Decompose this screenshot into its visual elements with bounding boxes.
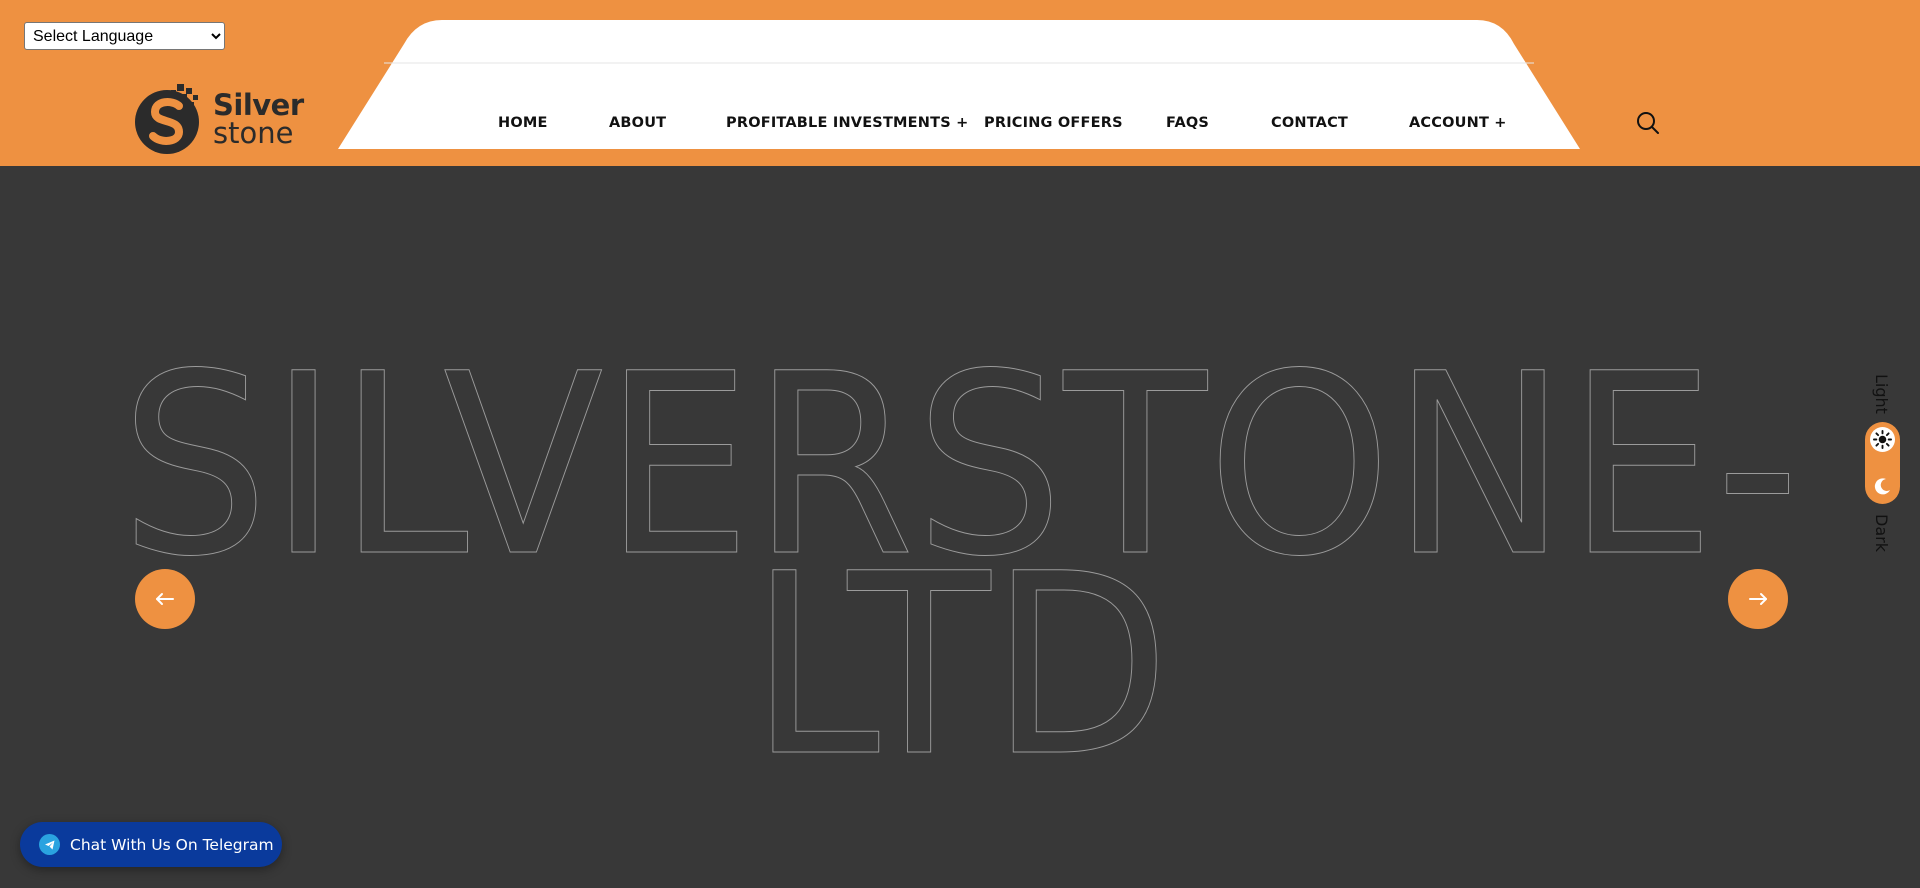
- hero-title: SILVERSTONE- LTD: [120, 320, 1801, 812]
- nav-pricing-offers[interactable]: PRICING OFFERS: [984, 115, 1123, 131]
- nav-bar: [338, 20, 1580, 149]
- nav-home[interactable]: HOME: [498, 115, 548, 131]
- arrow-right-icon: [1749, 593, 1767, 605]
- slider-prev-button[interactable]: [135, 569, 195, 629]
- nav-faqs[interactable]: FAQS: [1166, 115, 1209, 131]
- slider-next-button[interactable]: [1728, 569, 1788, 629]
- nav-about[interactable]: ABOUT: [609, 115, 666, 131]
- telegram-chat-button[interactable]: Chat With Us On Telegram: [20, 822, 282, 867]
- nav-contact[interactable]: CONTACT: [1271, 115, 1348, 131]
- theme-toggle[interactable]: [1865, 422, 1900, 504]
- nav-profitable-investments[interactable]: PROFITABLE INVESTMENTS +: [726, 115, 968, 131]
- theme-dark-label: Dark: [1872, 514, 1891, 552]
- sun-icon: [1873, 430, 1892, 449]
- theme-toggle-knob[interactable]: [1870, 427, 1895, 452]
- theme-light-label: Light: [1872, 374, 1891, 414]
- arrow-left-icon: [156, 593, 174, 605]
- telegram-icon: [39, 834, 60, 855]
- search-icon[interactable]: [1635, 110, 1661, 136]
- hero-title-line2: LTD: [750, 520, 1170, 811]
- telegram-chat-label: Chat With Us On Telegram: [70, 835, 274, 854]
- moon-icon: [1874, 478, 1890, 495]
- nav-account[interactable]: ACCOUNT +: [1409, 115, 1507, 131]
